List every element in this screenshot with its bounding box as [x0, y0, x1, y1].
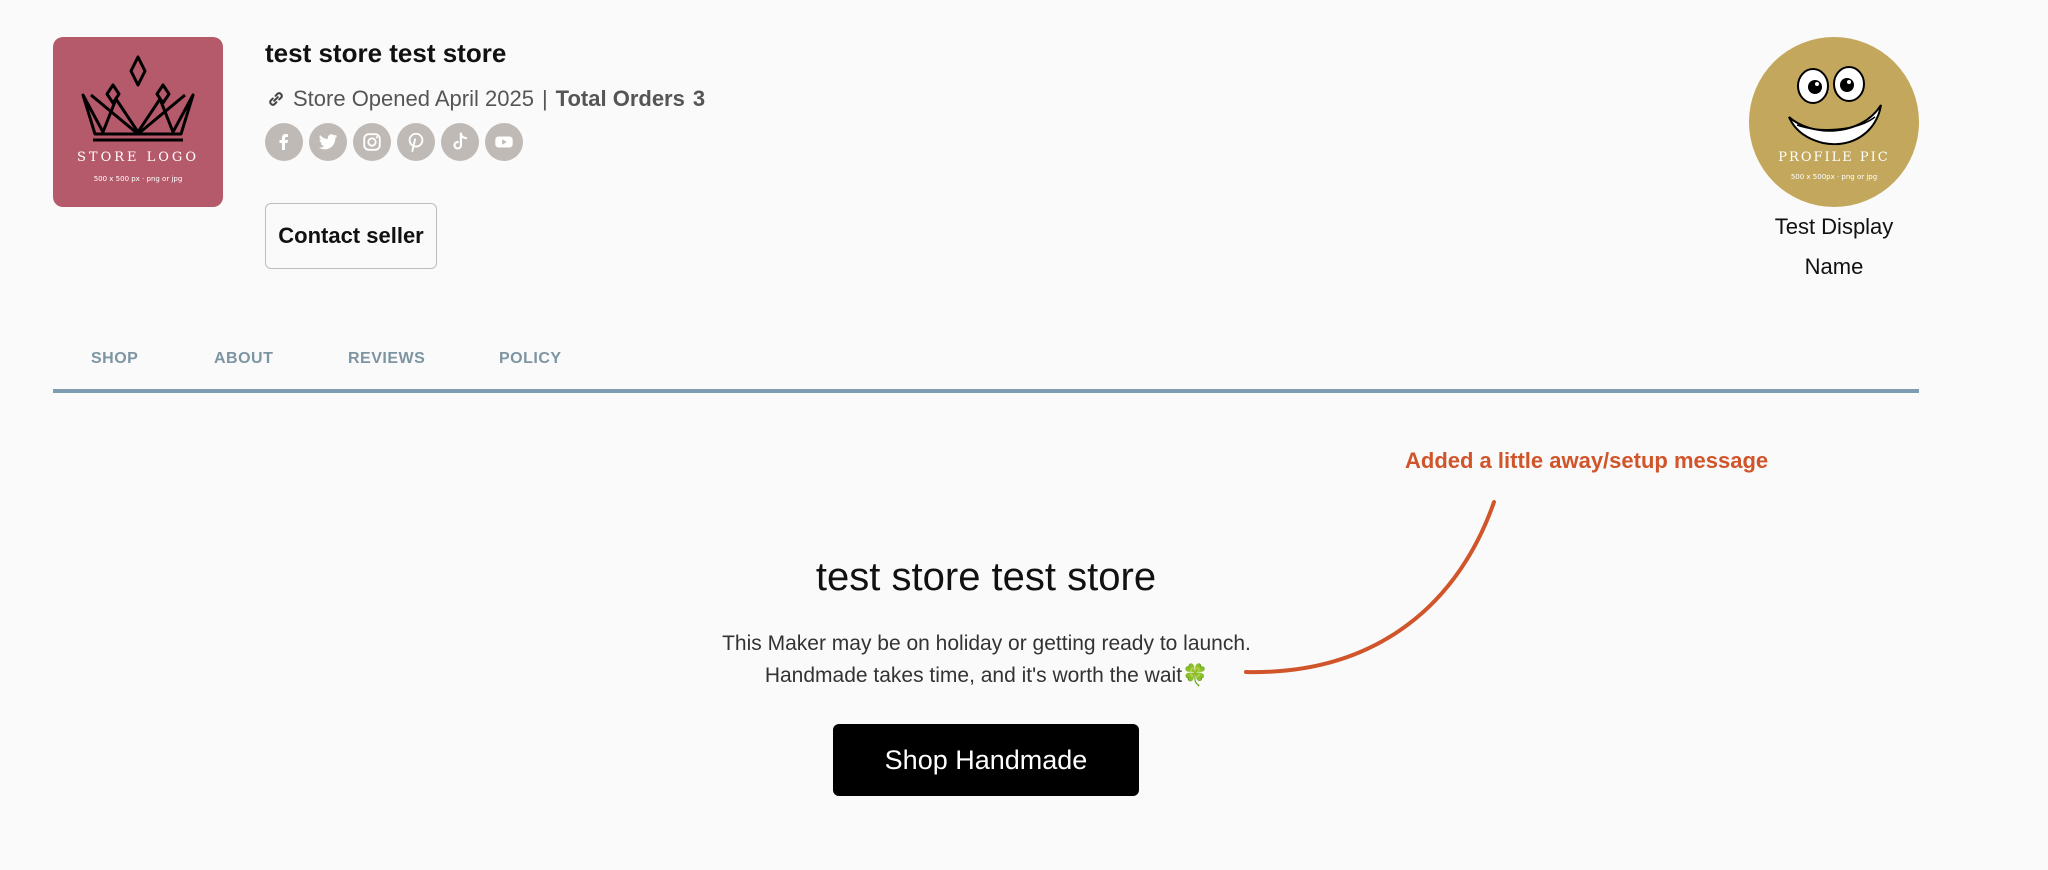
annotation-note: Added a little away/setup message	[1405, 448, 1769, 473]
facebook-icon[interactable]	[265, 123, 303, 161]
store-logo-subtext: 500 x 500 px · png or jpg	[94, 175, 183, 183]
contact-seller-button[interactable]: Contact seller	[265, 203, 437, 269]
instagram-icon[interactable]	[353, 123, 391, 161]
main-title: test store test store	[815, 555, 1157, 599]
meta-separator: |	[541, 86, 548, 111]
away-message-line2: Handmade takes time, and it's worth the …	[640, 660, 1333, 692]
profile-pic-text: PROFILE PIC	[1778, 150, 1889, 165]
away-message-line1: This Maker may be on holiday or getting …	[722, 632, 1251, 655]
display-name-line2: Name	[1804, 254, 1864, 279]
profile-pic: PROFILE PIC 500 x 500px · png or jpg	[1749, 37, 1919, 207]
youtube-icon[interactable]	[485, 123, 523, 161]
tabs-divider	[53, 389, 1919, 393]
shop-handmade-button[interactable]: Shop Handmade	[833, 724, 1139, 796]
tab-about[interactable]: ABOUT	[214, 350, 273, 368]
clover-icon: 🍀	[1182, 664, 1209, 687]
tab-policy[interactable]: POLICY	[499, 350, 562, 368]
store-name: test store test store	[265, 38, 507, 68]
display-name-line1: Test Display	[1774, 214, 1894, 239]
tab-reviews[interactable]: REVIEWS	[348, 350, 425, 368]
link-icon	[269, 92, 283, 106]
store-tabs: SHOP ABOUT REVIEWS POLICY	[53, 350, 1919, 394]
store-meta: Store Opened April 2025 | Total Orders 3	[265, 86, 705, 112]
pinterest-icon[interactable]	[397, 123, 435, 161]
profile-pic-subtext: 500 x 500px · png or jpg	[1791, 173, 1877, 181]
smiley-face-icon: PROFILE PIC 500 x 500px · png or jpg	[1778, 66, 1889, 181]
total-orders-label: Total Orders	[555, 86, 685, 111]
display-name: Test Display Name	[1740, 207, 1928, 287]
total-orders-count: 3	[692, 86, 706, 111]
store-logo-text: STORE LOGO	[77, 150, 199, 165]
store-logo: STORE LOGO 500 x 500 px · png or jpg	[53, 37, 223, 207]
tiktok-icon[interactable]	[441, 123, 479, 161]
social-links	[265, 123, 523, 161]
tab-shop[interactable]: SHOP	[91, 350, 138, 368]
away-message-line2-text: Handmade takes time, and it's worth the …	[764, 664, 1183, 687]
store-opened: Store Opened April 2025	[293, 86, 534, 111]
away-message: This Maker may be on holiday or getting …	[640, 628, 1333, 692]
crown-icon: STORE LOGO 500 x 500 px · png or jpg	[77, 55, 199, 183]
twitter-icon[interactable]	[309, 123, 347, 161]
